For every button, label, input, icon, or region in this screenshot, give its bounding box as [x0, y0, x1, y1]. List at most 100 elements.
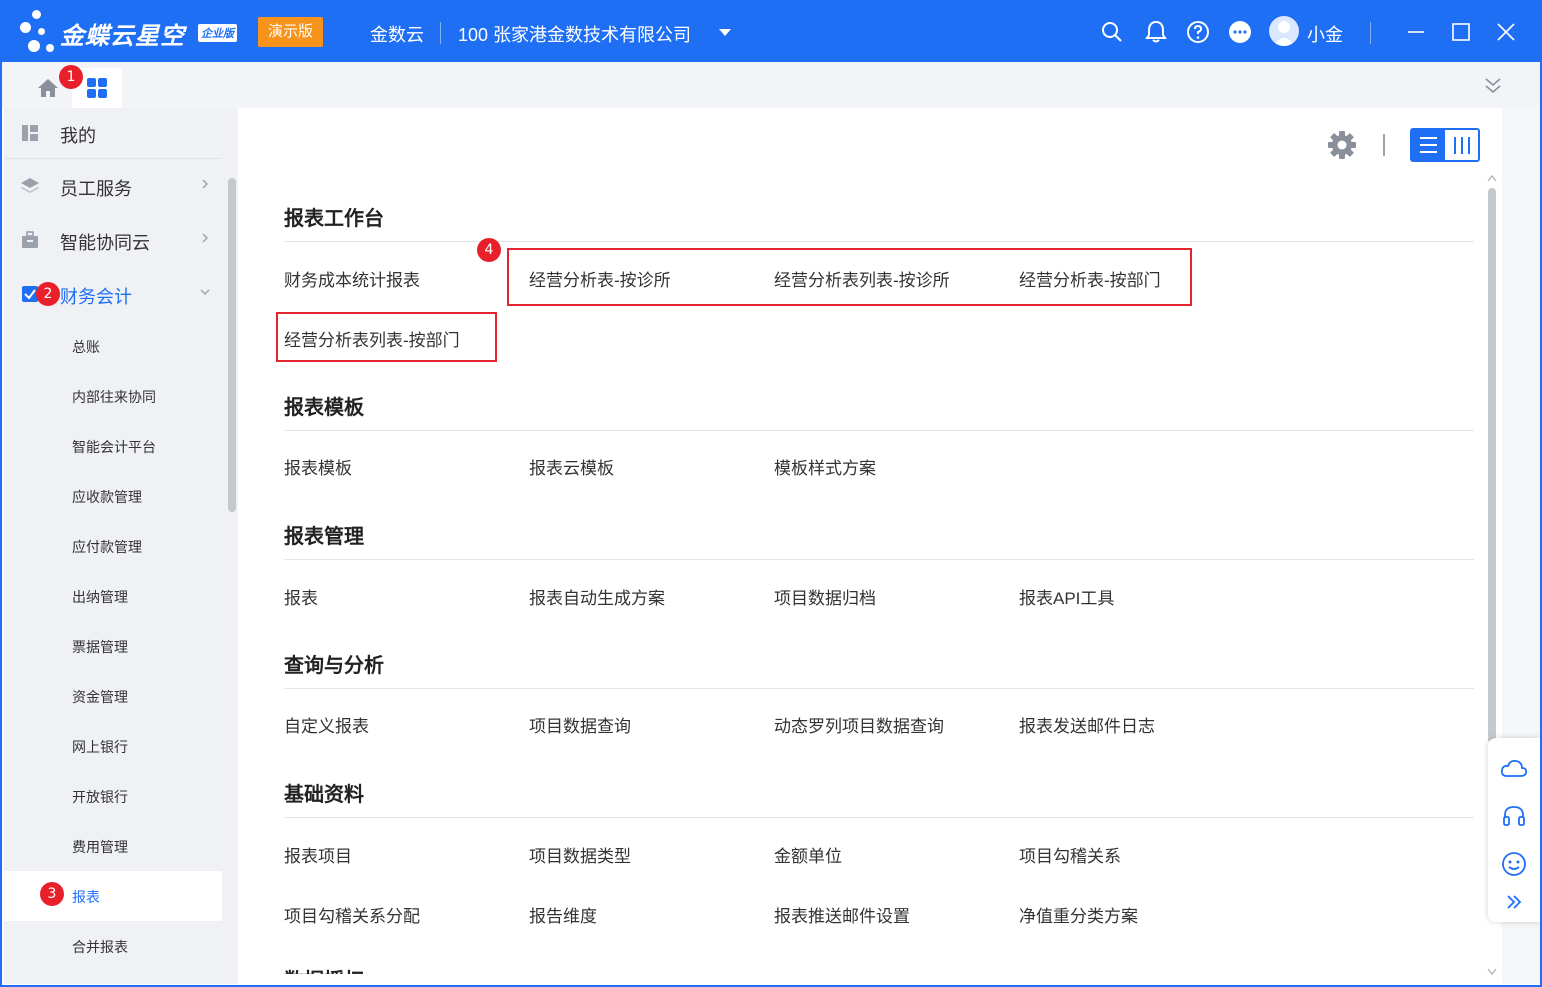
column-view-icon[interactable]	[1445, 130, 1478, 160]
chevron-down-icon	[200, 289, 210, 295]
sidebar-item-smart-collab[interactable]: 智能协同云	[4, 215, 222, 265]
sidebar-subitem-label: 资金管理	[72, 689, 128, 705]
sidebar-subitem-label: 网上银行	[72, 739, 128, 755]
menu-link[interactable]: 项目勾稽关系	[1019, 842, 1121, 867]
main-content	[240, 108, 1502, 984]
section-title: 数据授权	[284, 964, 364, 974]
section-title-clip: 数据授权	[284, 958, 404, 974]
tenant-name[interactable]: 金数云	[370, 21, 424, 47]
kingdee-logo-icon	[18, 8, 58, 54]
menu-link[interactable]: 自定义报表	[284, 712, 369, 737]
avatar[interactable]	[1269, 16, 1299, 46]
menu-link[interactable]: 动态罗列项目数据查询	[774, 712, 944, 737]
double-chevron-down-icon[interactable]	[1482, 74, 1504, 96]
layers-icon	[20, 176, 40, 196]
sidebar-item-employee-services[interactable]: 员工服务	[4, 161, 222, 211]
menu-link[interactable]: 项目勾稽关系分配	[284, 902, 420, 927]
list-view-icon[interactable]	[1412, 130, 1445, 160]
scroll-up-icon[interactable]	[1487, 174, 1497, 182]
sidebar-subitem-internal-collab[interactable]: 内部往来协同	[4, 371, 222, 421]
menu-link[interactable]: 报表模板	[284, 454, 352, 479]
section-divider	[284, 817, 1474, 818]
sidebar-item-label: 财务会计	[60, 287, 132, 307]
bell-icon[interactable]	[1144, 20, 1168, 44]
sidebar-subitem-label: 应收款管理	[72, 489, 142, 505]
section-divider	[284, 559, 1474, 560]
minimize-icon[interactable]	[1404, 20, 1428, 44]
menu-link[interactable]: 报表API工具	[1019, 584, 1114, 609]
annotation-marker: 4	[477, 238, 501, 262]
sidebar-subitem-general-ledger[interactable]: 总账	[4, 321, 222, 371]
sidebar-subitem-online-bank[interactable]: 网上银行	[4, 721, 222, 771]
menu-link[interactable]: 报表	[284, 584, 318, 609]
sidebar-item-label: 我的	[60, 126, 96, 146]
brand-name: 金蝶云星空	[60, 23, 185, 50]
caret-down-icon[interactable]	[719, 29, 731, 36]
sidebar-subitem-cashier[interactable]: 出纳管理	[4, 571, 222, 621]
sidebar-subitem-open-bank[interactable]: 开放银行	[4, 771, 222, 821]
sidebar-item-label: 员工服务	[60, 179, 132, 199]
sidebar-subitem-expense[interactable]: 费用管理	[4, 821, 222, 871]
smiley-icon[interactable]	[1500, 850, 1528, 878]
close-icon[interactable]	[1494, 20, 1518, 44]
sidebar-subitem-consolidated-reports[interactable]: 合并报表	[4, 921, 222, 971]
demo-badge: 演示版	[258, 17, 324, 47]
view-toggle	[1410, 128, 1480, 162]
username[interactable]: 小金	[1307, 21, 1343, 47]
more-icon[interactable]	[1228, 20, 1252, 44]
briefcase-icon	[20, 230, 40, 250]
sidebar-scroll-thumb[interactable]	[228, 178, 236, 512]
section-divider	[284, 241, 1474, 242]
sidebar-subitem-label: 费用管理	[72, 839, 128, 855]
menu-link[interactable]: 报表云模板	[529, 454, 614, 479]
cloud-icon[interactable]	[1500, 754, 1528, 782]
gear-icon[interactable]	[1326, 129, 1358, 161]
menu-link[interactable]: 财务成本统计报表	[284, 266, 420, 291]
tab-strip	[0, 62, 1542, 108]
double-chevron-right-icon[interactable]	[1500, 888, 1528, 916]
maximize-icon[interactable]	[1449, 20, 1473, 44]
menu-link[interactable]: 净值重分类方案	[1019, 902, 1138, 927]
menu-link[interactable]: 金额单位	[774, 842, 842, 867]
content-scroll-thumb[interactable]	[1488, 188, 1496, 743]
title-bar: 金蝶云星空 企业版 演示版 金数云 100 张家港金数技术有限公司 小金	[0, 0, 1542, 62]
menu-link[interactable]: 报表发送邮件日志	[1019, 712, 1155, 737]
title-divider	[1370, 22, 1371, 44]
org-selector[interactable]: 100 张家港金数技术有限公司	[458, 21, 691, 47]
headset-icon[interactable]	[1500, 802, 1528, 830]
menu-link[interactable]: 报表项目	[284, 842, 352, 867]
menu-link[interactable]: 报告维度	[529, 902, 597, 927]
sidebar-subitem-reports[interactable]: 报表	[4, 871, 222, 921]
title-divider	[440, 22, 441, 44]
sidebar-subitem-payables[interactable]: 应付款管理	[4, 521, 222, 571]
scroll-down-icon[interactable]	[1487, 968, 1497, 976]
sidebar-subitem-label: 报表	[72, 889, 100, 905]
menu-link[interactable]: 报表推送邮件设置	[774, 902, 910, 927]
menu-link[interactable]: 项目数据归档	[774, 584, 876, 609]
edition-badge: 企业版	[198, 24, 237, 42]
search-icon[interactable]	[1100, 20, 1124, 44]
sidebar-subitem-label: 合并报表	[72, 939, 128, 955]
section-divider	[284, 430, 1474, 431]
menu-link[interactable]: 模板样式方案	[774, 454, 876, 479]
section-title: 查询与分析	[284, 655, 384, 677]
view-divider	[1383, 134, 1385, 156]
menu-link[interactable]: 项目数据查询	[529, 712, 631, 737]
help-icon[interactable]	[1186, 20, 1210, 44]
floating-toolbar	[1488, 738, 1540, 922]
section-title: 基础资料	[284, 784, 364, 806]
divider	[4, 158, 222, 159]
section-title: 报表工作台	[284, 208, 384, 230]
annotation-marker: 3	[40, 882, 64, 906]
chevron-right-icon	[202, 233, 208, 243]
sidebar-subitem-funds[interactable]: 资金管理	[4, 671, 222, 721]
sidebar-subitem-smart-accounting[interactable]: 智能会计平台	[4, 421, 222, 471]
sidebar-item-mine[interactable]: 我的	[4, 108, 222, 158]
sidebar-subitem-bills[interactable]: 票据管理	[4, 621, 222, 671]
chevron-right-icon	[202, 179, 208, 189]
sidebar-subitem-label: 票据管理	[72, 639, 128, 655]
menu-link[interactable]: 项目数据类型	[529, 842, 631, 867]
sidebar-subitem-receivables[interactable]: 应收款管理	[4, 471, 222, 521]
menu-link[interactable]: 报表自动生成方案	[529, 584, 665, 609]
sidebar-subitem-label: 总账	[72, 339, 100, 355]
